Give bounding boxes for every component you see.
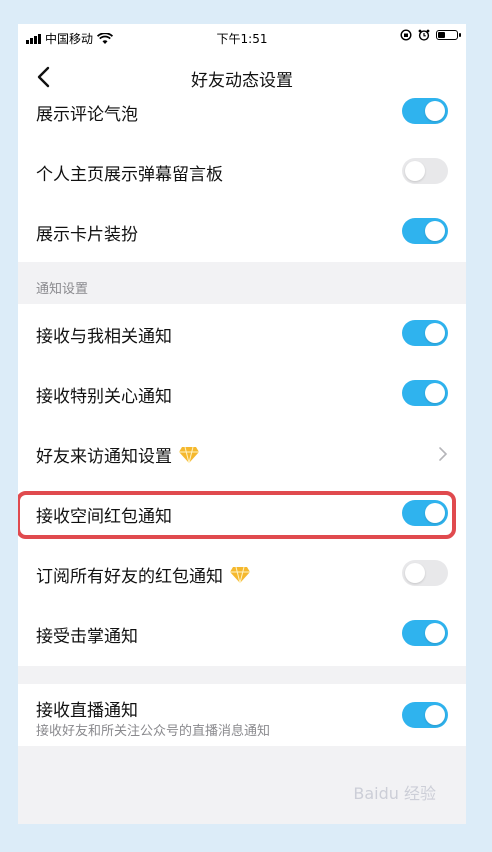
toggle-knob	[425, 383, 445, 403]
setting-label: 接受击掌通知	[36, 627, 138, 647]
toggle-switch[interactable]	[402, 560, 448, 586]
toggle-knob	[425, 623, 445, 643]
phone-screen: 中国移动 下午1:51 好友动态设置 展示评论气泡 个人主页展示弹幕留言板 展示…	[18, 24, 466, 824]
setting-row: 接收与我相关通知	[18, 304, 466, 364]
setting-label: 展示评论气泡	[36, 105, 138, 125]
setting-row: 展示卡片装扮	[18, 202, 466, 262]
setting-row-link[interactable]: 好友来访通知设置	[18, 424, 466, 484]
toggle-knob	[425, 221, 445, 241]
toggle-knob	[405, 563, 425, 583]
setting-label-group: 好友来访通知设置	[36, 442, 200, 467]
setting-row: 个人主页展示弹幕留言板	[18, 142, 466, 202]
toggle-switch[interactable]	[402, 620, 448, 646]
setting-label-group: 订阅所有好友的红包通知	[36, 562, 251, 587]
toggle-switch[interactable]	[402, 218, 448, 244]
highlight-box	[18, 491, 456, 539]
setting-sublabel: 接收好友和所关注公众号的直播消息通知	[36, 724, 271, 739]
setting-label: 接收与我相关通知	[36, 327, 172, 347]
setting-row: 接受击掌通知	[18, 604, 466, 664]
setting-row: 接收特别关心通知	[18, 364, 466, 424]
setting-label: 接收直播通知	[36, 701, 138, 721]
setting-label: 订阅所有好友的红包通知	[36, 567, 223, 587]
toggle-knob	[425, 705, 445, 725]
status-right	[400, 29, 461, 41]
toggle-switch[interactable]	[402, 702, 448, 728]
setting-label: 好友来访通知设置	[36, 447, 172, 467]
toggle-switch[interactable]	[402, 320, 448, 346]
nav-bar: 好友动态设置	[18, 52, 466, 102]
toggle-switch[interactable]	[402, 380, 448, 406]
toggle-knob	[425, 323, 445, 343]
setting-label: 接收特别关心通知	[36, 387, 172, 407]
watermark-text: Baidu 经验	[353, 784, 436, 803]
setting-label: 个人主页展示弹幕留言板	[36, 165, 223, 185]
toggle-knob	[425, 101, 445, 121]
toggle-knob	[405, 161, 425, 181]
chevron-right-icon	[439, 447, 448, 461]
battery-icon	[436, 30, 461, 40]
setting-label: 展示卡片装扮	[36, 225, 138, 245]
status-time: 下午1:51	[216, 32, 268, 46]
display-settings-section: 展示评论气泡 个人主页展示弹幕留言板 展示卡片装扮	[18, 98, 466, 262]
live-settings-section: 接收直播通知 接收好友和所关注公众号的直播消息通知	[18, 684, 466, 746]
toggle-switch[interactable]	[402, 98, 448, 124]
page-title: 好友动态设置	[191, 71, 293, 91]
section-header-notify: 通知设置	[36, 282, 89, 297]
setting-row: 接收直播通知 接收好友和所关注公众号的直播消息通知	[18, 684, 466, 744]
toggle-switch[interactable]	[402, 158, 448, 184]
diamond-icon	[179, 446, 199, 463]
alarm-icon	[418, 29, 430, 41]
status-bar: 中国移动 下午1:51	[18, 24, 466, 52]
notify-settings-section: 接收与我相关通知 接收特别关心通知 好友来访通知设置 接收空间红包通知 订阅所有…	[18, 304, 466, 666]
diamond-icon	[230, 566, 250, 583]
rotation-lock-icon	[400, 29, 412, 41]
setting-row: 订阅所有好友的红包通知	[18, 544, 466, 604]
setting-row: 展示评论气泡	[18, 98, 466, 142]
